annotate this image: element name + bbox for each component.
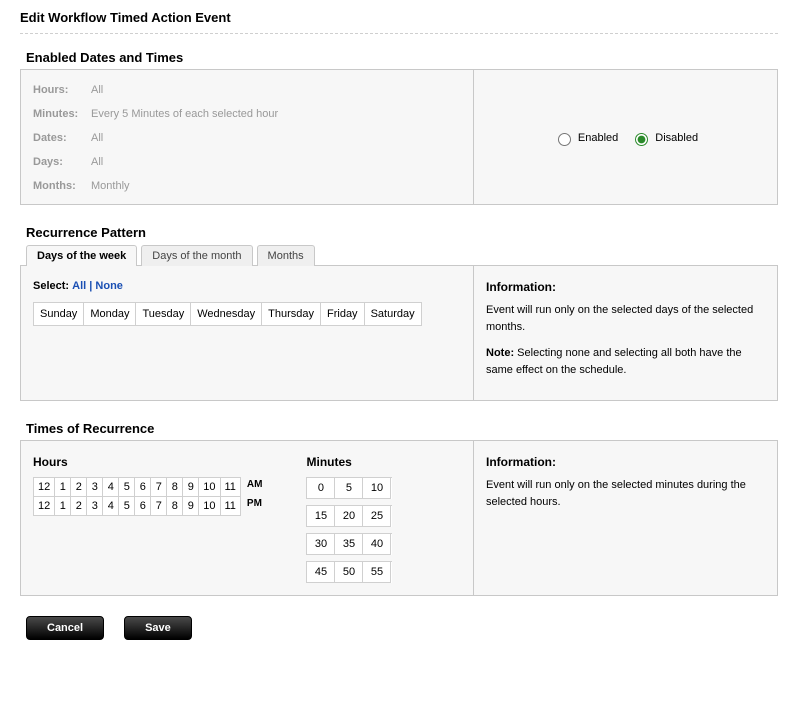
- recurrence-note-label: Note:: [486, 347, 514, 359]
- hours-pm-row: 12 1 2 3 4 5 6 7 8 9 10 11: [33, 497, 241, 516]
- hour-cell[interactable]: 11: [221, 497, 241, 516]
- hour-cell[interactable]: 12: [34, 497, 55, 516]
- enabled-radio-label[interactable]: Enabled: [553, 130, 618, 146]
- recurrence-info-body: Event will run only on the selected days…: [486, 302, 765, 335]
- minute-cell[interactable]: 10: [363, 478, 391, 499]
- times-panel: Hours 12 1 2 3 4 5 6 7 8 9: [20, 440, 778, 596]
- hour-cell[interactable]: 2: [71, 497, 87, 516]
- tab-days-of-week[interactable]: Days of the week: [26, 245, 137, 266]
- hour-cell[interactable]: 9: [183, 497, 199, 516]
- day-cell[interactable]: Sunday: [34, 303, 84, 326]
- tab-months[interactable]: Months: [257, 245, 315, 266]
- enabled-summary: Hours:All Minutes:Every 5 Minutes of eac…: [21, 70, 473, 204]
- hour-cell[interactable]: 6: [135, 478, 151, 497]
- recurrence-tabs: Days of the week Days of the month Month…: [26, 245, 778, 266]
- hours-am-row: 12 1 2 3 4 5 6 7 8 9 10 11: [33, 477, 241, 497]
- hour-cell[interactable]: 3: [87, 478, 103, 497]
- recurrence-note-body: Selecting none and selecting all both ha…: [486, 347, 742, 376]
- times-info-title: Information:: [486, 455, 765, 469]
- hour-cell[interactable]: 3: [87, 497, 103, 516]
- separator: [20, 33, 778, 34]
- select-label: Select:: [33, 280, 69, 292]
- minute-cell[interactable]: 45: [307, 562, 335, 583]
- summary-value-days: All: [91, 156, 103, 168]
- times-section-title: Times of Recurrence: [26, 421, 778, 436]
- summary-label-minutes: Minutes:: [33, 108, 91, 120]
- cancel-button[interactable]: Cancel: [26, 616, 104, 640]
- hour-cell[interactable]: 5: [119, 478, 135, 497]
- enabled-radio[interactable]: [558, 133, 571, 146]
- hour-cell[interactable]: 2: [71, 478, 87, 497]
- summary-label-days: Days:: [33, 156, 91, 168]
- hour-cell[interactable]: 12: [34, 478, 55, 497]
- recurrence-panel: Select: All | None Sunday Monday Tuesday…: [20, 265, 778, 401]
- save-button[interactable]: Save: [124, 616, 192, 640]
- hours-block: Hours 12 1 2 3 4 5 6 7 8 9: [33, 455, 262, 583]
- hour-cell[interactable]: 4: [103, 478, 119, 497]
- minute-cell[interactable]: 25: [363, 506, 391, 527]
- day-cell[interactable]: Monday: [84, 303, 136, 326]
- day-cell[interactable]: Thursday: [262, 303, 321, 326]
- day-grid: Sunday Monday Tuesday Wednesday Thursday…: [33, 302, 422, 326]
- enabled-radio-text: Enabled: [578, 132, 618, 144]
- hour-cell[interactable]: 6: [135, 497, 151, 516]
- minute-cell[interactable]: 0: [307, 478, 335, 499]
- day-cell[interactable]: Saturday: [365, 303, 422, 326]
- am-label: AM: [247, 479, 263, 490]
- hours-title: Hours: [33, 455, 262, 469]
- select-sep: |: [89, 280, 92, 292]
- minutes-block: Minutes 0 5 10 15 20 25 30: [306, 455, 392, 583]
- hour-cell[interactable]: 10: [199, 478, 220, 497]
- page-title: Edit Workflow Timed Action Event: [20, 10, 778, 25]
- disabled-radio-label[interactable]: Disabled: [630, 130, 698, 146]
- minute-cell[interactable]: 40: [363, 534, 391, 555]
- hour-cell[interactable]: 9: [183, 478, 199, 497]
- minute-cell[interactable]: 30: [307, 534, 335, 555]
- select-none-link[interactable]: None: [95, 280, 123, 292]
- minute-cell[interactable]: 55: [363, 562, 391, 583]
- ampm-labels: AM PM: [247, 477, 263, 509]
- minute-cell[interactable]: 20: [335, 506, 363, 527]
- summary-value-months: Monthly: [91, 180, 130, 192]
- enabled-section-title: Enabled Dates and Times: [26, 50, 778, 65]
- minute-cell[interactable]: 50: [335, 562, 363, 583]
- minutes-title: Minutes: [306, 455, 392, 469]
- recurrence-section-title: Recurrence Pattern: [26, 225, 778, 240]
- hour-cell[interactable]: 4: [103, 497, 119, 516]
- times-info-body: Event will run only on the selected minu…: [486, 477, 765, 510]
- hour-cell[interactable]: 5: [119, 497, 135, 516]
- summary-value-dates: All: [91, 132, 103, 144]
- enabled-panel: Hours:All Minutes:Every 5 Minutes of eac…: [20, 69, 778, 205]
- disabled-radio-text: Disabled: [655, 132, 698, 144]
- hour-cell[interactable]: 11: [221, 478, 241, 497]
- minute-cell[interactable]: 15: [307, 506, 335, 527]
- minute-grid: 0 5 10 15 20 25 30 35 40: [306, 477, 392, 583]
- summary-label-months: Months:: [33, 180, 91, 192]
- recurrence-info-title: Information:: [486, 280, 765, 294]
- minute-cell[interactable]: 5: [335, 478, 363, 499]
- hour-cell[interactable]: 8: [167, 497, 183, 516]
- hour-cell[interactable]: 8: [167, 478, 183, 497]
- summary-value-minutes: Every 5 Minutes of each selected hour: [91, 108, 278, 120]
- hour-cell[interactable]: 1: [55, 478, 71, 497]
- hour-cell[interactable]: 7: [151, 497, 167, 516]
- tab-days-of-month[interactable]: Days of the month: [141, 245, 252, 266]
- summary-value-hours: All: [91, 84, 103, 96]
- day-cell[interactable]: Friday: [321, 303, 365, 326]
- day-cell[interactable]: Wednesday: [191, 303, 262, 326]
- minute-cell[interactable]: 35: [335, 534, 363, 555]
- day-cell[interactable]: Tuesday: [136, 303, 191, 326]
- summary-label-hours: Hours:: [33, 84, 91, 96]
- pm-label: PM: [247, 498, 263, 509]
- select-all-link[interactable]: All: [72, 280, 86, 292]
- button-row: Cancel Save: [26, 616, 778, 640]
- disabled-radio[interactable]: [635, 133, 648, 146]
- enabled-radio-panel: Enabled Disabled: [473, 70, 777, 204]
- hour-cell[interactable]: 1: [55, 497, 71, 516]
- hour-cell[interactable]: 10: [199, 497, 220, 516]
- hour-cell[interactable]: 7: [151, 478, 167, 497]
- summary-label-dates: Dates:: [33, 132, 91, 144]
